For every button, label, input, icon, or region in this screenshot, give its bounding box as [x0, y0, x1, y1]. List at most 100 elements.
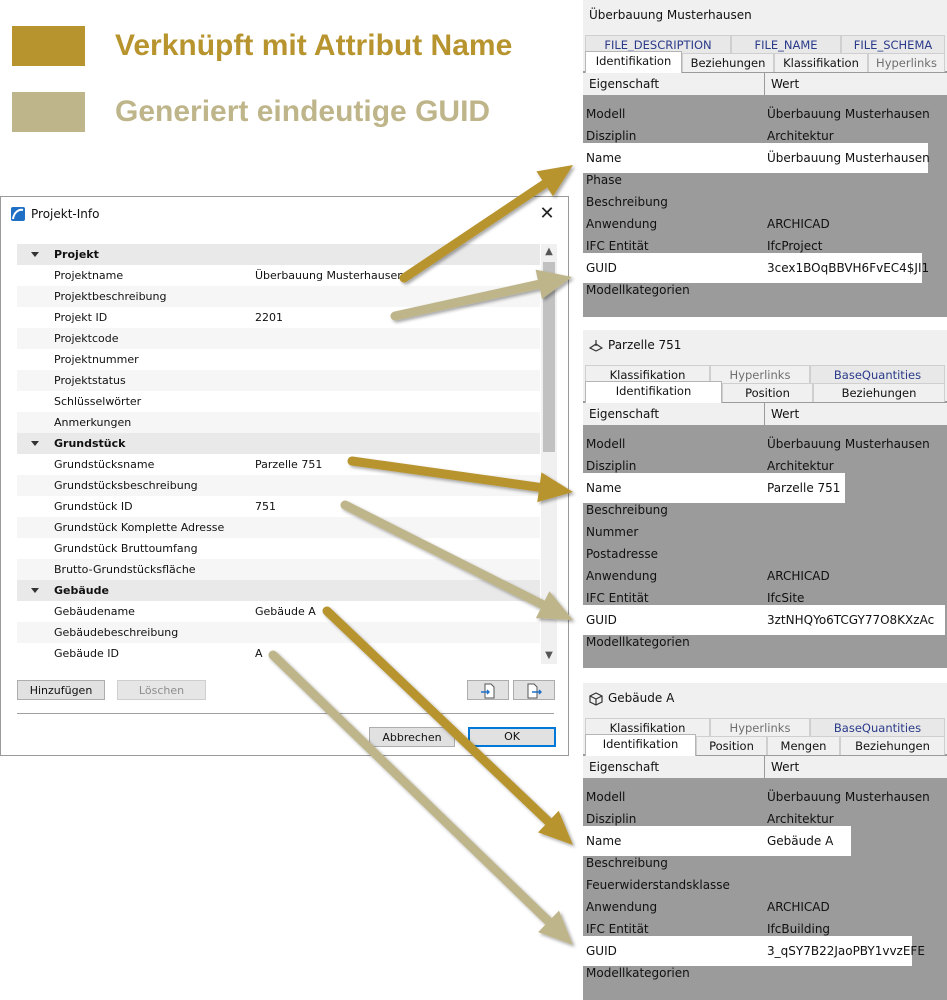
tree-row[interactable]: Brutto-Grundstücksfläche: [17, 559, 540, 580]
tab-position[interactable]: Position: [696, 736, 767, 755]
property-row[interactable]: Modell Überbauung Musterhausen: [583, 433, 947, 455]
property-value: Parzelle 751: [767, 481, 841, 495]
collapse-triangle-icon[interactable]: [31, 252, 39, 257]
property-row[interactable]: Nummer: [583, 521, 947, 543]
tab-hyperlinks[interactable]: Hyperlinks: [868, 53, 945, 72]
property-value: IfcBuilding: [767, 922, 831, 936]
import-button[interactable]: [467, 680, 509, 700]
tree-row[interactable]: Projekt ID 2201: [17, 307, 540, 328]
property-row[interactable]: GUID 3_qSY7B22JaoPBY1vvzEFE: [583, 936, 947, 966]
property-row[interactable]: Modellkategorien: [583, 962, 947, 984]
property-name: GUID: [586, 261, 617, 275]
property-row[interactable]: Feuerwiderstandsklasse: [583, 874, 947, 896]
property-row[interactable]: Anwendung ARCHICAD: [583, 565, 947, 587]
property-name: Name: [586, 481, 622, 495]
property-row[interactable]: Postadresse: [583, 543, 947, 565]
scroll-thumb[interactable]: [543, 262, 555, 452]
tree-row[interactable]: Projektcode: [17, 328, 540, 349]
add-button[interactable]: Hinzufügen: [17, 680, 105, 700]
property-value: Überbauung Musterhausen: [767, 437, 930, 451]
scroll-up-icon[interactable]: ▲: [541, 244, 557, 260]
collapse-triangle-icon[interactable]: [31, 441, 39, 446]
tab-basequantities[interactable]: BaseQuantities: [810, 365, 945, 384]
property-value: Überbauung Musterhausen: [767, 107, 930, 121]
property-name: Disziplin: [586, 459, 637, 473]
property-value: Architektur: [767, 812, 834, 826]
row-label: Projektname: [54, 269, 124, 282]
property-row[interactable]: Anwendung ARCHICAD: [583, 896, 947, 918]
tree-group[interactable]: Gebäude: [17, 580, 540, 601]
tree-row[interactable]: Grundstücksname Parzelle 751: [17, 454, 540, 475]
row-value[interactable]: 751: [255, 500, 276, 513]
property-name: Postadresse: [586, 547, 659, 561]
tree-row[interactable]: Gebäudebeschreibung: [17, 622, 540, 643]
tab-mengen[interactable]: Mengen: [767, 736, 840, 755]
property-name: Modellkategorien: [586, 966, 690, 980]
panel-tabs: Klassifikation Hyperlinks BaseQuantities…: [583, 360, 947, 403]
header-property: Eigenschaft: [589, 77, 660, 91]
property-row[interactable]: Phase: [583, 169, 947, 191]
header-value: Wert: [771, 407, 800, 421]
row-value[interactable]: Gebäude A: [255, 605, 316, 618]
property-row[interactable]: Anwendung ARCHICAD: [583, 213, 947, 235]
tab-beziehungen[interactable]: Beziehungen: [813, 383, 945, 402]
row-value[interactable]: Überbauung Musterhausen: [255, 269, 404, 282]
tree-row[interactable]: Projektstatus: [17, 370, 540, 391]
tree-row[interactable]: Grundstück ID 751: [17, 496, 540, 517]
property-row[interactable]: Modell Überbauung Musterhausen: [583, 786, 947, 808]
tab-identifikation[interactable]: Identifikation: [585, 381, 722, 403]
ok-button[interactable]: OK: [468, 727, 556, 747]
tree-row[interactable]: Gebäude ID A: [17, 643, 540, 664]
tab-file-schema[interactable]: FILE_SCHEMA: [841, 35, 945, 54]
property-row[interactable]: Modellkategorien: [583, 631, 947, 653]
legend-swatch-guid: [12, 92, 85, 132]
property-row[interactable]: Name Gebäude A: [583, 826, 947, 856]
property-row[interactable]: Beschreibung: [583, 499, 947, 521]
property-row[interactable]: Modellkategorien: [583, 279, 947, 301]
panel-title: Gebäude A: [608, 691, 675, 705]
property-row[interactable]: Beschreibung: [583, 852, 947, 874]
row-value[interactable]: 2201: [255, 311, 283, 324]
delete-button[interactable]: Löschen: [117, 680, 206, 700]
row-value[interactable]: A: [255, 647, 263, 660]
property-name: Anwendung: [586, 569, 658, 583]
tab-beziehungen[interactable]: Beziehungen: [840, 736, 945, 755]
tab-file-name[interactable]: FILE_NAME: [731, 35, 841, 54]
property-row[interactable]: GUID 3cex1BOqBBVH6FvEC4$JI1: [583, 253, 947, 283]
tree-row[interactable]: Projektbeschreibung: [17, 286, 540, 307]
row-value[interactable]: Parzelle 751: [255, 458, 322, 471]
tree-group[interactable]: Grundstück: [17, 433, 540, 454]
site-icon: [589, 340, 603, 352]
tree-row[interactable]: Projektname Überbauung Musterhausen: [17, 265, 540, 286]
close-icon[interactable]: ✕: [534, 202, 560, 226]
property-name: Anwendung: [586, 217, 658, 231]
property-row[interactable]: Beschreibung: [583, 191, 947, 213]
tab-basequantities[interactable]: BaseQuantities: [810, 718, 945, 737]
property-row[interactable]: GUID 3ztNHQYo6TCGY77O8KXzAc: [583, 605, 947, 635]
tab-position[interactable]: Position: [722, 383, 813, 402]
tab-identifikation[interactable]: Identifikation: [585, 51, 682, 73]
tree-scrollbar[interactable]: ▲ ▼: [541, 244, 557, 664]
tree-row[interactable]: Gebäudename Gebäude A: [17, 601, 540, 622]
collapse-triangle-icon[interactable]: [31, 588, 39, 593]
tab-hyperlinks[interactable]: Hyperlinks: [710, 365, 810, 384]
scroll-down-icon[interactable]: ▼: [541, 648, 557, 664]
tree-group[interactable]: Projekt: [17, 244, 540, 265]
tree-row[interactable]: Grundstücksbeschreibung: [17, 475, 540, 496]
tree-row[interactable]: Schlüsselwörter: [17, 391, 540, 412]
tree-row[interactable]: Grundstück Bruttoumfang: [17, 538, 540, 559]
property-name: Modellkategorien: [586, 283, 690, 297]
property-row[interactable]: Modell Überbauung Musterhausen: [583, 103, 947, 125]
property-value: IfcProject: [767, 239, 823, 253]
property-row[interactable]: Name Überbauung Musterhausen: [583, 143, 947, 173]
tab-beziehungen[interactable]: Beziehungen: [682, 53, 774, 72]
tree-row[interactable]: Anmerkungen: [17, 412, 540, 433]
tree-row[interactable]: Grundstück Komplette Adresse: [17, 517, 540, 538]
property-row[interactable]: Name Parzelle 751: [583, 473, 947, 503]
tab-hyperlinks[interactable]: Hyperlinks: [710, 718, 810, 737]
cancel-button[interactable]: Abbrechen: [369, 727, 455, 747]
tab-klassifikation[interactable]: Klassifikation: [774, 53, 868, 72]
tab-identifikation[interactable]: Identifikation: [585, 734, 696, 756]
export-button[interactable]: [513, 680, 555, 700]
tree-row[interactable]: Projektnummer: [17, 349, 540, 370]
